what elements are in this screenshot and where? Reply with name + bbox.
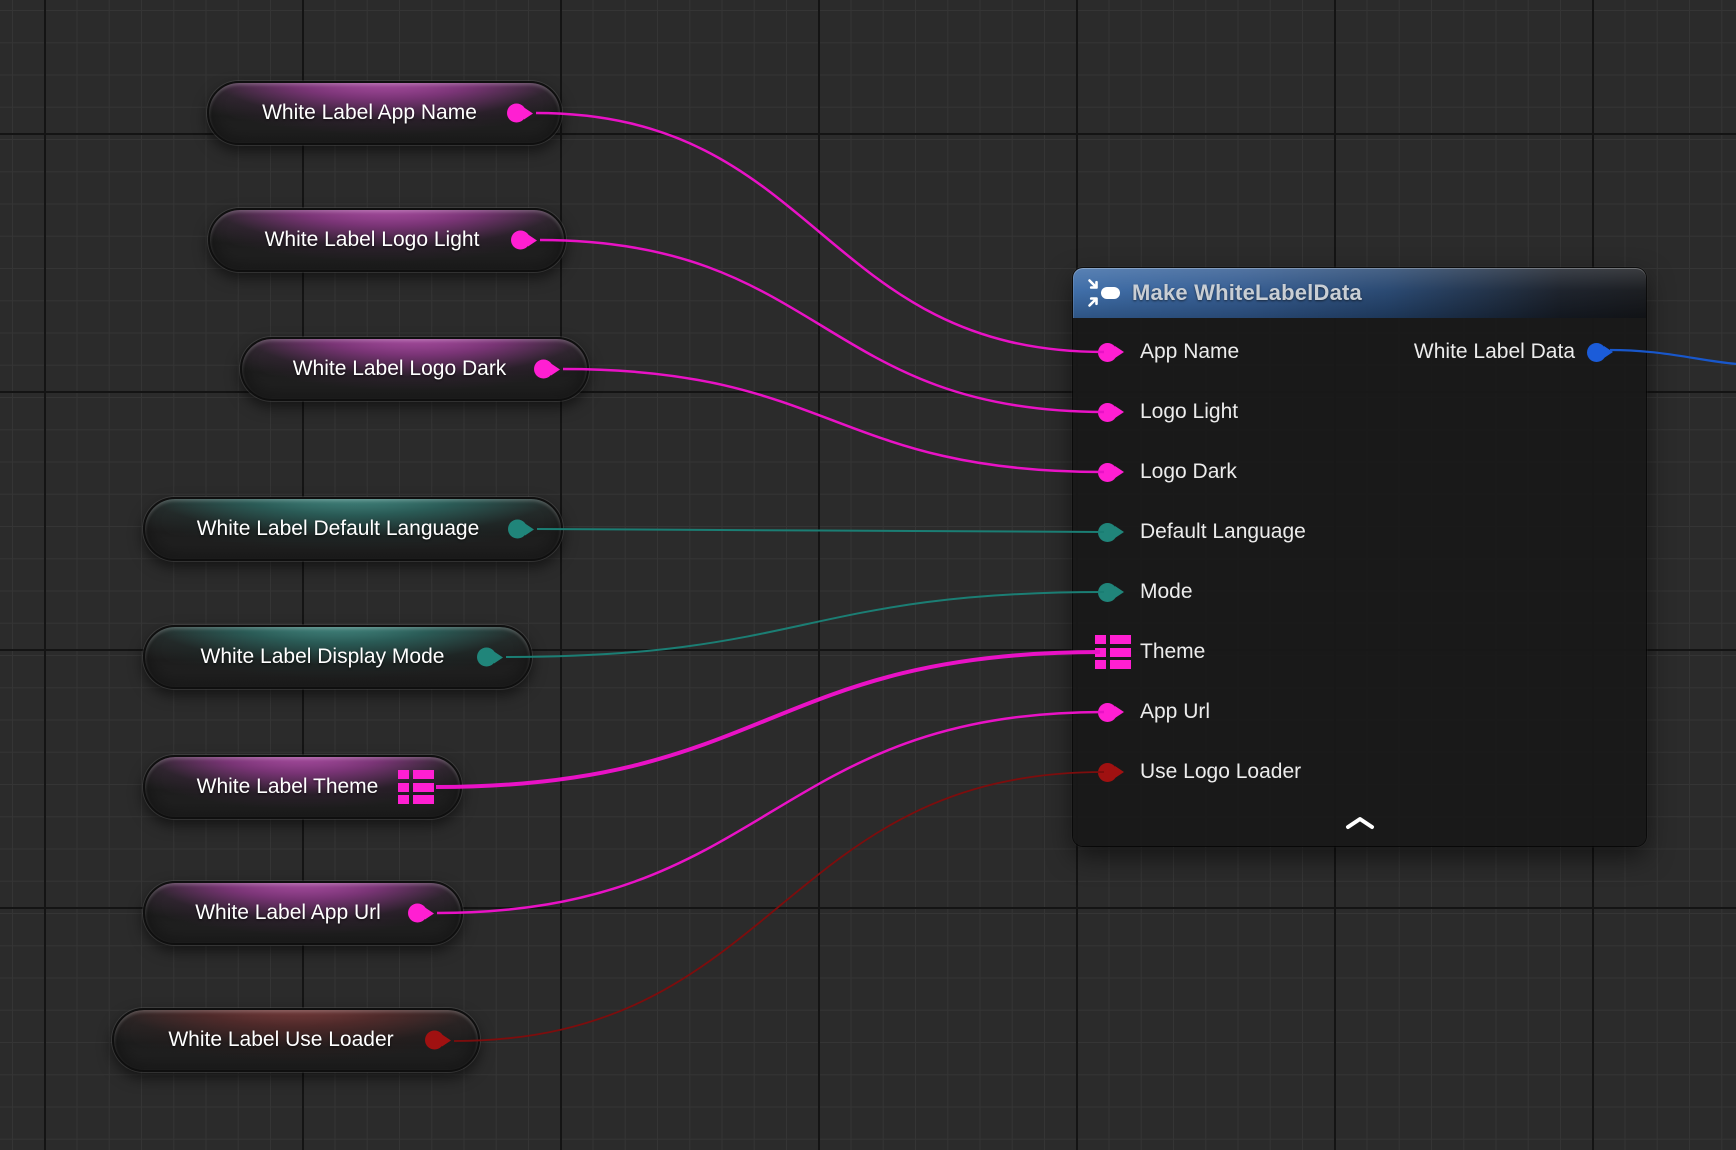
wire-app-name[interactable] bbox=[536, 113, 1104, 352]
string-input-pin[interactable] bbox=[1098, 403, 1117, 422]
node-title: Make WhiteLabelData bbox=[1132, 280, 1362, 306]
variable-node-default-language[interactable]: White Label Default Language bbox=[143, 497, 563, 561]
input-row-mode[interactable]: Mode bbox=[1073, 562, 1646, 622]
string-output-pin[interactable] bbox=[511, 231, 530, 250]
string-output-pin[interactable] bbox=[507, 104, 526, 123]
variable-label: White Label Logo Light bbox=[265, 228, 480, 252]
collapse-chevron-icon[interactable] bbox=[1334, 812, 1386, 837]
input-pin-label: App Name bbox=[1140, 340, 1239, 364]
struct-input-pin[interactable] bbox=[1095, 635, 1131, 669]
string-output-pin[interactable] bbox=[534, 360, 553, 379]
struct-output-pin[interactable] bbox=[1587, 343, 1606, 362]
input-pin-label: Use Logo Loader bbox=[1140, 760, 1301, 784]
string-input-pin[interactable] bbox=[1098, 343, 1117, 362]
bool-input-pin[interactable] bbox=[1098, 763, 1117, 782]
variable-node-theme[interactable]: White Label Theme bbox=[143, 755, 462, 819]
node-header[interactable]: Make WhiteLabelData bbox=[1073, 268, 1646, 318]
make-whitelabeldata-node[interactable]: Make WhiteLabelData White Label Data App… bbox=[1073, 268, 1646, 846]
input-row-default-language[interactable]: Default Language bbox=[1073, 502, 1646, 562]
variable-label: White Label Logo Dark bbox=[293, 357, 507, 381]
enum-input-pin[interactable] bbox=[1098, 583, 1117, 602]
collapse-row bbox=[1073, 802, 1646, 846]
string-input-pin[interactable] bbox=[1098, 703, 1117, 722]
input-row-app-url[interactable]: App Url bbox=[1073, 682, 1646, 742]
struct-output-pin[interactable] bbox=[398, 770, 434, 804]
wire-theme[interactable] bbox=[436, 652, 1100, 787]
node-body: White Label Data App Name Logo Light Log… bbox=[1073, 318, 1646, 846]
variable-node-logo-dark[interactable]: White Label Logo Dark bbox=[240, 337, 589, 401]
input-pin-label: Mode bbox=[1140, 580, 1193, 604]
input-pin-label: Logo Dark bbox=[1140, 460, 1237, 484]
graph-canvas[interactable]: White Label App Name White Label Logo Li… bbox=[0, 0, 1736, 1150]
variable-node-logo-light[interactable]: White Label Logo Light bbox=[208, 208, 566, 272]
input-row-logo-light[interactable]: Logo Light bbox=[1073, 382, 1646, 442]
variable-node-display-mode[interactable]: White Label Display Mode bbox=[143, 625, 532, 689]
bool-output-pin[interactable] bbox=[425, 1031, 444, 1050]
variable-label: White Label App Url bbox=[195, 901, 381, 925]
variable-label: White Label Theme bbox=[197, 775, 379, 799]
input-row-theme[interactable]: Theme bbox=[1073, 622, 1646, 682]
variable-label: White Label Display Mode bbox=[201, 645, 445, 669]
enum-output-pin[interactable] bbox=[508, 520, 527, 539]
wire-logo-dark[interactable] bbox=[563, 369, 1104, 472]
input-pin-label: Logo Light bbox=[1140, 400, 1238, 424]
string-output-pin[interactable] bbox=[408, 904, 427, 923]
variable-label: White Label Default Language bbox=[197, 517, 480, 541]
variable-label: White Label App Name bbox=[262, 101, 477, 125]
make-struct-icon bbox=[1087, 278, 1123, 308]
input-row-app-name[interactable]: App Name bbox=[1073, 322, 1646, 382]
enum-input-pin[interactable] bbox=[1098, 523, 1117, 542]
wire-app-url[interactable] bbox=[437, 712, 1104, 913]
enum-output-pin[interactable] bbox=[477, 648, 496, 667]
string-input-pin[interactable] bbox=[1098, 463, 1117, 482]
wire-default-language[interactable] bbox=[537, 529, 1104, 532]
wire-logo-light[interactable] bbox=[540, 240, 1104, 412]
variable-node-app-url[interactable]: White Label App Url bbox=[143, 881, 463, 945]
variable-node-app-name[interactable]: White Label App Name bbox=[207, 81, 562, 145]
variable-label: White Label Use Loader bbox=[168, 1028, 393, 1052]
variable-node-use-loader[interactable]: White Label Use Loader bbox=[112, 1008, 480, 1072]
wire-use-loader[interactable] bbox=[454, 772, 1104, 1041]
input-pin-label: App Url bbox=[1140, 700, 1210, 724]
input-pin-label: Default Language bbox=[1140, 520, 1306, 544]
wire-display-mode[interactable] bbox=[506, 592, 1104, 657]
input-pin-label: Theme bbox=[1140, 640, 1205, 664]
input-row-use-logo-loader[interactable]: Use Logo Loader bbox=[1073, 742, 1646, 802]
input-row-logo-dark[interactable]: Logo Dark bbox=[1073, 442, 1646, 502]
